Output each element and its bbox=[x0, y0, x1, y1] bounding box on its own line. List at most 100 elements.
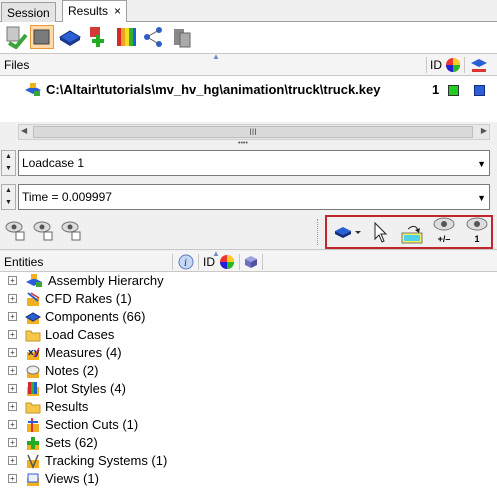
show-all-label: +/– bbox=[437, 234, 451, 244]
entities-id-column[interactable]: ID bbox=[203, 255, 215, 269]
files-id-column[interactable]: ID bbox=[430, 58, 442, 72]
info-icon[interactable]: i bbox=[178, 254, 194, 273]
tree-item-results[interactable]: + Results bbox=[0, 398, 497, 416]
time-stepper[interactable]: ▲ ▼ bbox=[1, 184, 16, 210]
tree-item-load-cases[interactable]: + Load Cases bbox=[0, 326, 497, 344]
component-icon bbox=[24, 309, 42, 325]
show-one-label: 1 bbox=[474, 234, 480, 244]
contour-icon[interactable] bbox=[114, 25, 138, 49]
chevron-down-icon[interactable]: ▼ bbox=[477, 159, 486, 169]
chevron-down-icon[interactable]: ▼ bbox=[477, 193, 486, 203]
tree-item-label: Load Cases bbox=[45, 327, 115, 342]
expand-icon[interactable]: + bbox=[8, 420, 17, 429]
display-style-icon[interactable] bbox=[469, 56, 489, 77]
scroll-grip: III bbox=[249, 127, 257, 137]
view-icon bbox=[25, 471, 41, 487]
tree-item-section-cuts[interactable]: + Section Cuts (1) bbox=[0, 416, 497, 434]
show-one-icon[interactable]: 1 bbox=[465, 217, 489, 247]
show-all-icon[interactable]: +/– bbox=[432, 217, 456, 247]
component-icon[interactable] bbox=[58, 25, 82, 49]
expand-icon[interactable]: + bbox=[8, 474, 17, 483]
stepper-down-icon[interactable]: ▼ bbox=[2, 197, 15, 209]
tab-session-label: Session bbox=[7, 6, 50, 20]
loadcase-stepper[interactable]: ▲ ▼ bbox=[1, 150, 16, 176]
horizontal-scrollbar[interactable]: ◀ III ▶ bbox=[18, 124, 490, 140]
stepper-down-icon[interactable]: ▼ bbox=[2, 163, 15, 175]
mask-toolbar: +/– 1 bbox=[0, 214, 497, 250]
file-display-swatch[interactable] bbox=[474, 85, 485, 96]
loadcase-select[interactable]: Loadcase 1 ▼ bbox=[18, 150, 490, 176]
column-separator bbox=[464, 57, 465, 73]
expand-icon[interactable]: + bbox=[8, 294, 17, 303]
column-separator bbox=[262, 254, 263, 270]
tree-item-cfd-rakes[interactable]: + CFD Rakes (1) bbox=[0, 290, 497, 308]
stepper-up-icon[interactable]: ▲ bbox=[2, 151, 15, 163]
color-wheel-icon[interactable] bbox=[445, 57, 461, 76]
pointer-icon[interactable] bbox=[373, 221, 389, 247]
network-icon[interactable] bbox=[142, 25, 166, 49]
close-icon[interactable]: × bbox=[114, 4, 121, 18]
open-folder-icon[interactable] bbox=[30, 25, 54, 49]
stepper-up-icon[interactable]: ▲ bbox=[2, 185, 15, 197]
display-tree-icon[interactable] bbox=[4, 220, 28, 245]
file-color-swatch[interactable] bbox=[448, 85, 459, 96]
tree-item-label: Views (1) bbox=[45, 471, 99, 486]
cfd-rake-icon bbox=[25, 291, 41, 307]
tracking-system-icon bbox=[25, 453, 41, 469]
splitter-handle[interactable]: •••• bbox=[238, 140, 248, 147]
tree-item-sets[interactable]: + Sets (62) bbox=[0, 434, 497, 452]
cylinder-icon[interactable] bbox=[170, 25, 194, 49]
file-row[interactable]: C:\Altair\tutorials\mv_hv_hg\animation\t… bbox=[0, 80, 497, 100]
tab-results[interactable]: Results × bbox=[62, 0, 128, 23]
files-list: C:\Altair\tutorials\mv_hv_hg\animation\t… bbox=[0, 76, 497, 122]
reverse-icon[interactable] bbox=[400, 221, 426, 248]
tree-item-label: Plot Styles (4) bbox=[45, 381, 126, 396]
tree-item-label: CFD Rakes (1) bbox=[45, 291, 132, 306]
tree-item-assembly-hierarchy[interactable]: + Assembly Hierarchy bbox=[0, 272, 497, 290]
display-mode-icon[interactable] bbox=[334, 224, 364, 243]
file-path: C:\Altair\tutorials\mv_hv_hg\animation\t… bbox=[46, 82, 381, 97]
expand-icon[interactable]: + bbox=[8, 330, 17, 339]
tree-item-notes[interactable]: + Notes (2) bbox=[0, 362, 497, 380]
expand-icon[interactable]: + bbox=[8, 384, 17, 393]
expand-icon[interactable]: + bbox=[8, 402, 17, 411]
expand-icon[interactable]: + bbox=[8, 438, 17, 447]
add-icon[interactable] bbox=[86, 25, 110, 49]
toolbar-divider bbox=[317, 219, 318, 245]
column-separator bbox=[239, 254, 240, 270]
time-value: Time = 0.009997 bbox=[22, 190, 112, 204]
tree-item-measures[interactable]: + xy Measures (4) bbox=[0, 344, 497, 362]
isolate-tree-icon[interactable] bbox=[60, 220, 84, 245]
tab-results-label: Results bbox=[68, 4, 109, 18]
scroll-right-icon[interactable]: ▶ bbox=[481, 126, 487, 135]
set-icon bbox=[25, 435, 41, 451]
scrollbar-thumb[interactable]: III bbox=[33, 126, 473, 138]
scroll-left-icon[interactable]: ◀ bbox=[21, 126, 27, 135]
tree-item-label: Notes (2) bbox=[45, 363, 99, 378]
expand-icon[interactable]: + bbox=[8, 312, 17, 321]
entities-header-label: Entities bbox=[4, 255, 44, 269]
load-results-icon[interactable] bbox=[4, 25, 28, 50]
tree-item-plot-styles[interactable]: + Plot Styles (4) bbox=[0, 380, 497, 398]
hide-tree-icon[interactable] bbox=[32, 220, 56, 245]
color-wheel-icon[interactable] bbox=[219, 254, 235, 273]
tree-item-label: Sets (62) bbox=[45, 435, 98, 450]
tree-item-views[interactable]: + Views (1) bbox=[0, 470, 497, 488]
column-separator bbox=[198, 254, 199, 270]
cube-icon[interactable] bbox=[243, 254, 259, 273]
column-separator bbox=[426, 57, 427, 73]
tree-item-components[interactable]: + Components (66) bbox=[0, 308, 497, 326]
tree-item-tracking-systems[interactable]: + Tracking Systems (1) bbox=[0, 452, 497, 470]
folder-icon bbox=[25, 327, 41, 343]
expand-icon[interactable]: + bbox=[8, 366, 17, 375]
assembly-icon bbox=[24, 82, 42, 101]
tree-item-label: Measures (4) bbox=[45, 345, 122, 360]
svg-text:i: i bbox=[184, 258, 187, 269]
tab-session[interactable]: Session bbox=[1, 2, 56, 22]
expand-icon[interactable]: + bbox=[8, 456, 17, 465]
time-select[interactable]: Time = 0.009997 ▼ bbox=[18, 184, 490, 210]
expand-icon[interactable]: + bbox=[8, 276, 17, 285]
expand-icon[interactable]: + bbox=[8, 348, 17, 357]
tree-item-label: Section Cuts (1) bbox=[45, 417, 139, 432]
entities-header: Entities ▲ i ID bbox=[0, 249, 497, 273]
